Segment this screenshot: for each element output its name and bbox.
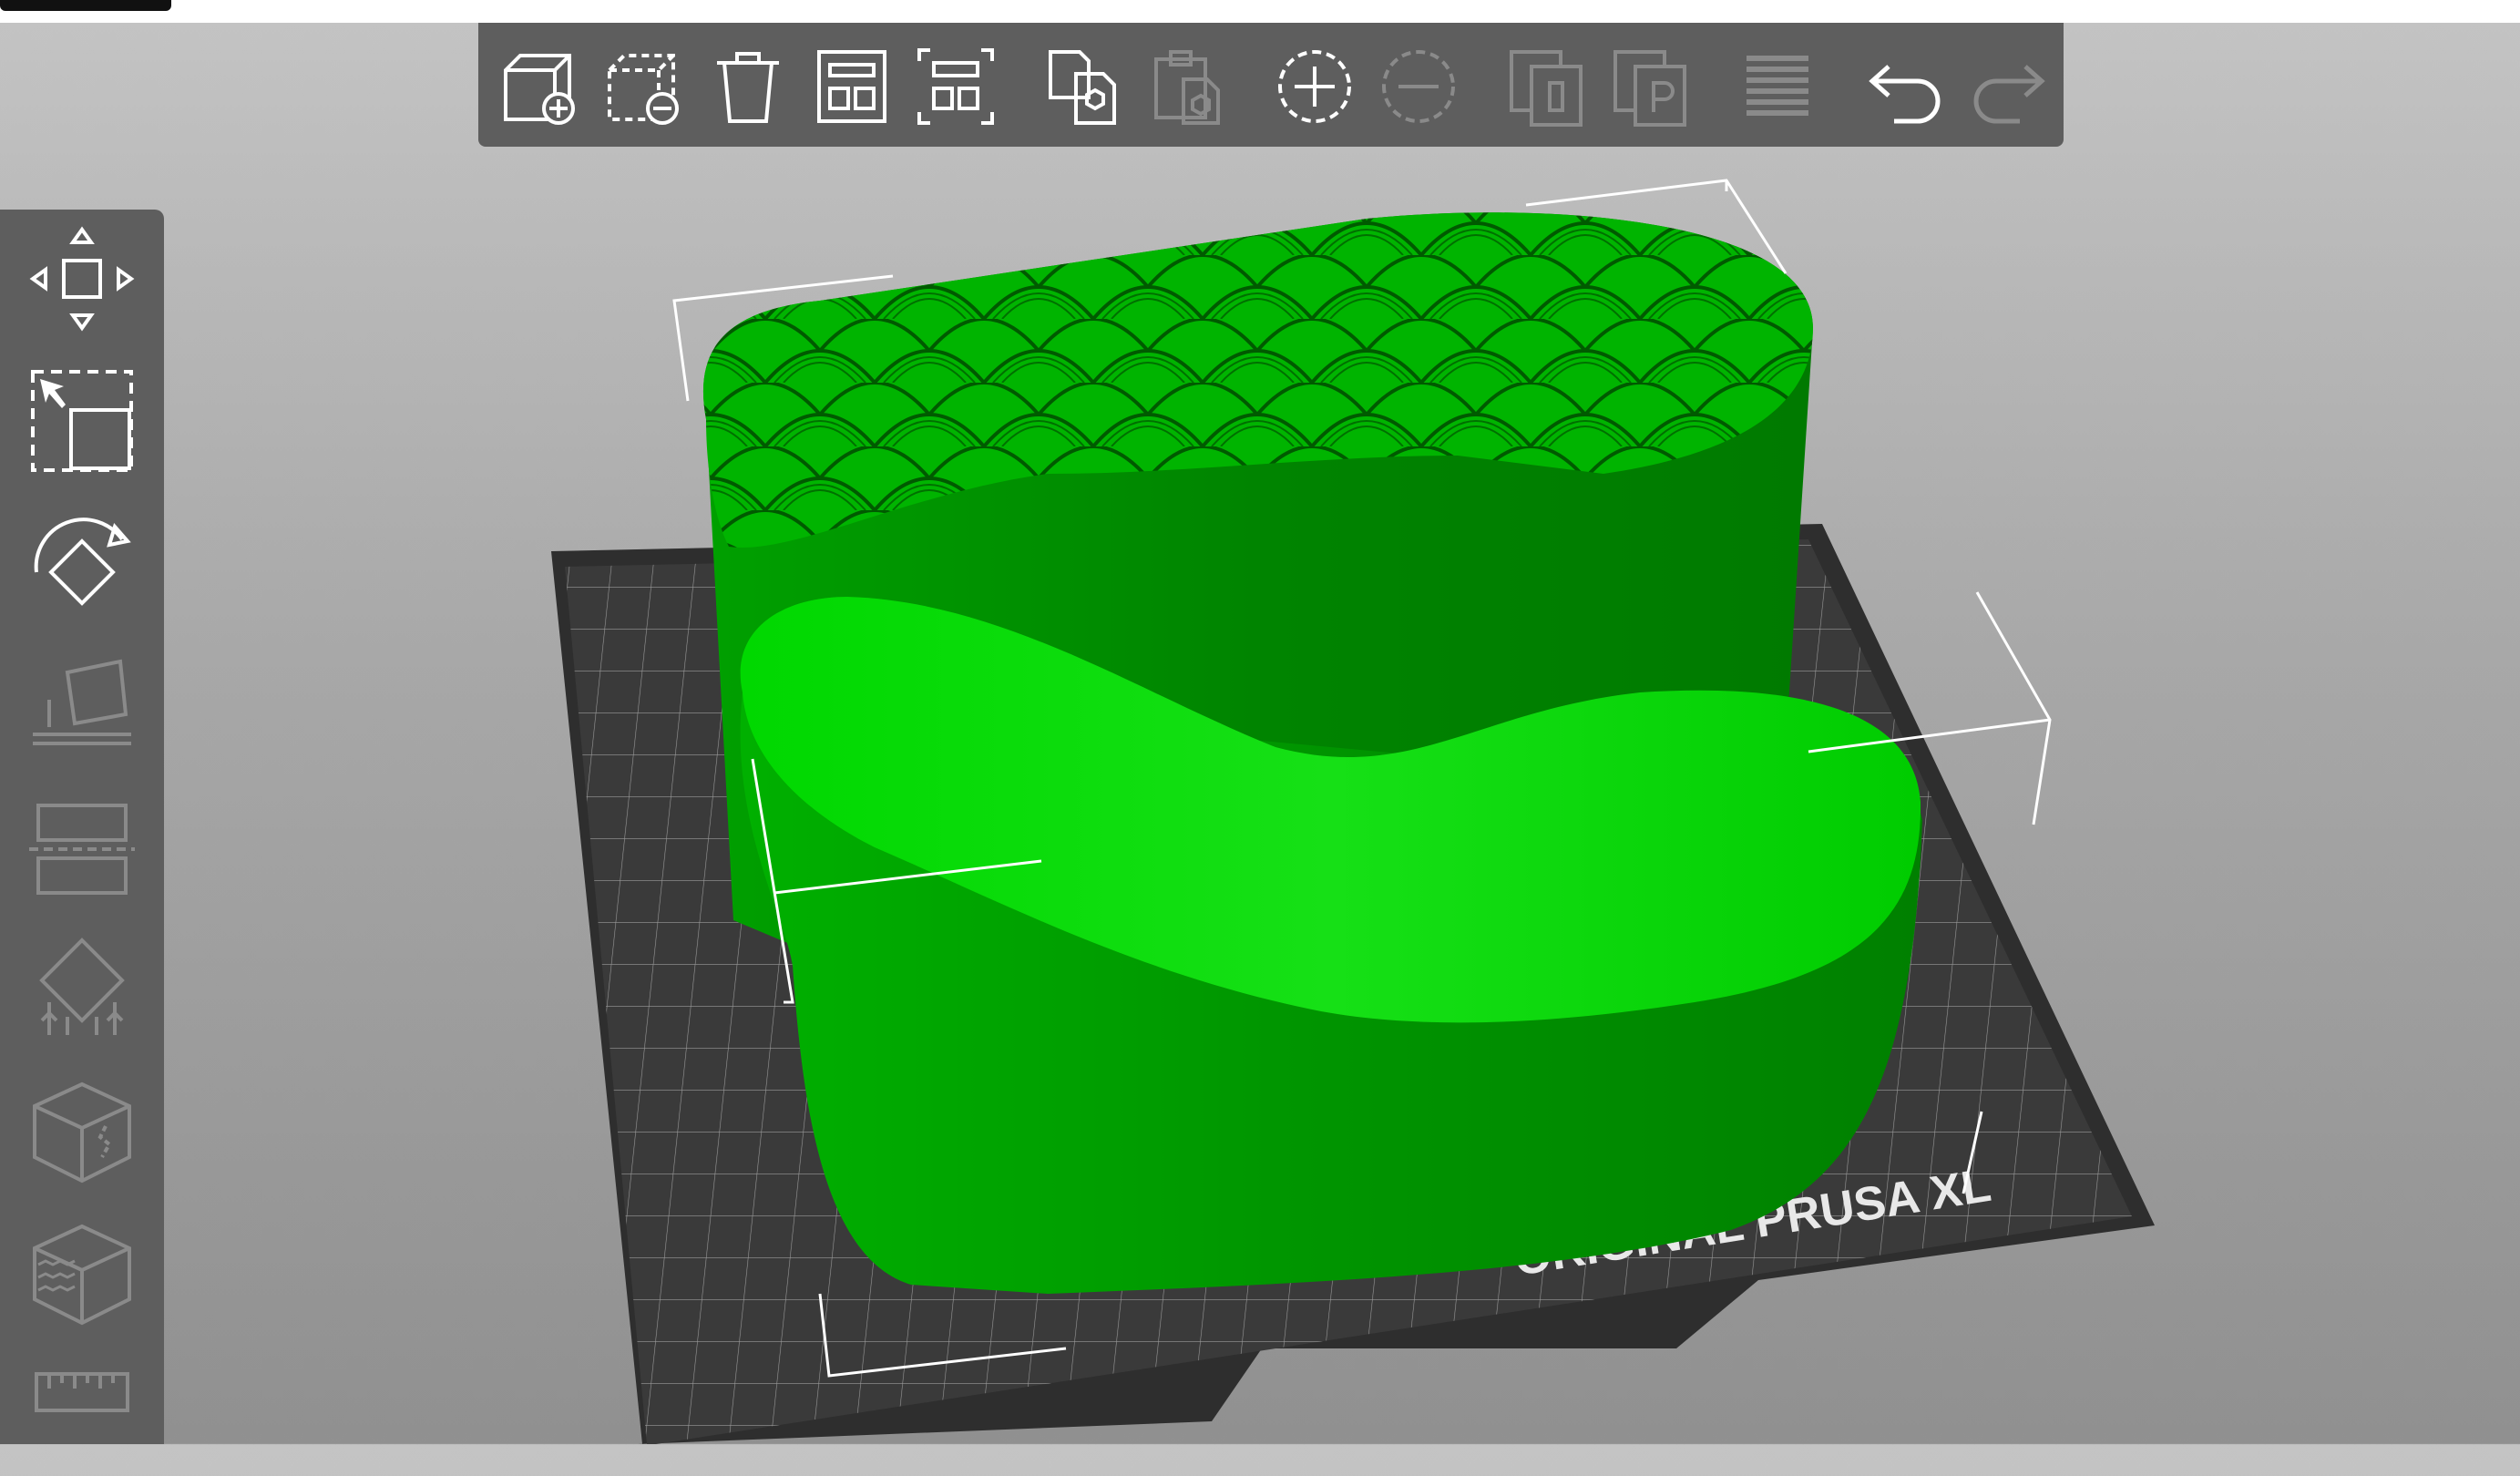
cube-plus-icon <box>504 54 575 125</box>
remove-instance-button[interactable] <box>1375 43 1462 130</box>
top-strip <box>0 0 2520 23</box>
arrange-button[interactable] <box>808 43 896 130</box>
copy-button[interactable] <box>1040 43 1127 130</box>
model-back <box>702 212 1814 957</box>
ruler-icon <box>35 1372 129 1412</box>
bounding-box <box>672 179 2052 1378</box>
support-tool[interactable] <box>22 929 142 1050</box>
delete-button[interactable] <box>600 43 688 130</box>
split-objects-icon <box>1510 50 1583 127</box>
split-parts-button[interactable] <box>1606 43 1694 130</box>
window-tab <box>0 0 171 11</box>
model-front <box>740 597 1922 1294</box>
cube-minus-icon <box>608 54 679 125</box>
arrange-icon <box>817 50 886 123</box>
seam-icon <box>33 1081 131 1184</box>
place-on-face-icon <box>33 659 131 745</box>
cut-icon <box>29 804 135 895</box>
print-bed: ORIGINAL PRUSA XL <box>551 524 2155 1444</box>
undo-button[interactable] <box>1861 43 1949 130</box>
3d-viewport[interactable]: ORIGINAL PRUSA XL <box>0 0 2520 1444</box>
bed-label: ORIGINAL PRUSA XL <box>1511 1159 1994 1286</box>
undo-icon <box>1869 65 1941 124</box>
support-icon <box>39 938 125 1035</box>
add-object-button[interactable] <box>497 43 584 130</box>
left-toolbar <box>0 210 164 1444</box>
rotate-tool[interactable] <box>22 503 142 623</box>
redo-button[interactable] <box>1965 43 2053 130</box>
move-icon <box>29 226 135 332</box>
layers-button[interactable] <box>1734 43 1821 130</box>
move-tool[interactable] <box>22 219 142 339</box>
rotate-icon <box>34 518 131 606</box>
redo-icon <box>1973 65 2045 124</box>
paste-icon <box>1154 50 1220 125</box>
copy-icon <box>1049 50 1116 125</box>
fuzzy-skin-tool[interactable] <box>22 1214 142 1334</box>
measure-tool[interactable] <box>22 1356 142 1476</box>
paste-button[interactable] <box>1143 43 1231 130</box>
minus-circle-icon <box>1382 50 1455 123</box>
place-on-face-tool[interactable] <box>22 645 142 765</box>
scale-icon <box>31 370 133 472</box>
seam-tool[interactable] <box>22 1071 142 1192</box>
fuzzy-skin-icon <box>33 1224 131 1326</box>
arrange-selection-button[interactable] <box>912 43 999 130</box>
trash-icon <box>717 52 779 123</box>
arrange-selection-icon <box>917 48 994 125</box>
add-instance-button[interactable] <box>1271 43 1358 130</box>
plus-circle-icon <box>1278 50 1351 123</box>
cut-tool[interactable] <box>22 787 142 907</box>
scale-tool[interactable] <box>22 361 142 481</box>
split-objects-button[interactable] <box>1502 43 1590 130</box>
split-parts-icon <box>1613 50 1686 127</box>
delete-all-button[interactable] <box>704 43 792 130</box>
top-toolbar <box>478 23 2064 147</box>
layers-icon <box>1747 56 1808 116</box>
